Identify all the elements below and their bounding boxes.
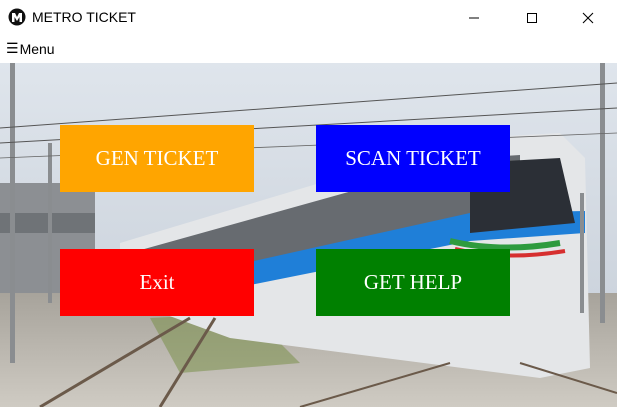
app-logo-icon (8, 8, 26, 26)
scan-ticket-button[interactable]: SCAN TICKET (316, 125, 510, 192)
gen-ticket-button[interactable]: GEN TICKET (60, 125, 254, 192)
close-icon (582, 12, 594, 24)
maximize-button[interactable] (503, 0, 561, 35)
close-button[interactable] (559, 0, 617, 35)
title-bar: METRO TICKET (0, 0, 617, 35)
hamburger-icon: ☰ (6, 40, 19, 56)
minimize-icon (468, 12, 480, 24)
metro-train-illustration (0, 63, 617, 407)
exit-button[interactable]: Exit (60, 249, 254, 316)
maximize-icon (526, 12, 538, 24)
window-title: METRO TICKET (32, 9, 136, 25)
menu-bar (0, 35, 617, 61)
menu-button[interactable]: ☰ Menu (6, 40, 55, 57)
get-help-button[interactable]: GET HELP (316, 249, 510, 316)
minimize-button[interactable] (445, 0, 503, 35)
background-image (0, 63, 617, 407)
menu-label: Menu (19, 40, 55, 57)
